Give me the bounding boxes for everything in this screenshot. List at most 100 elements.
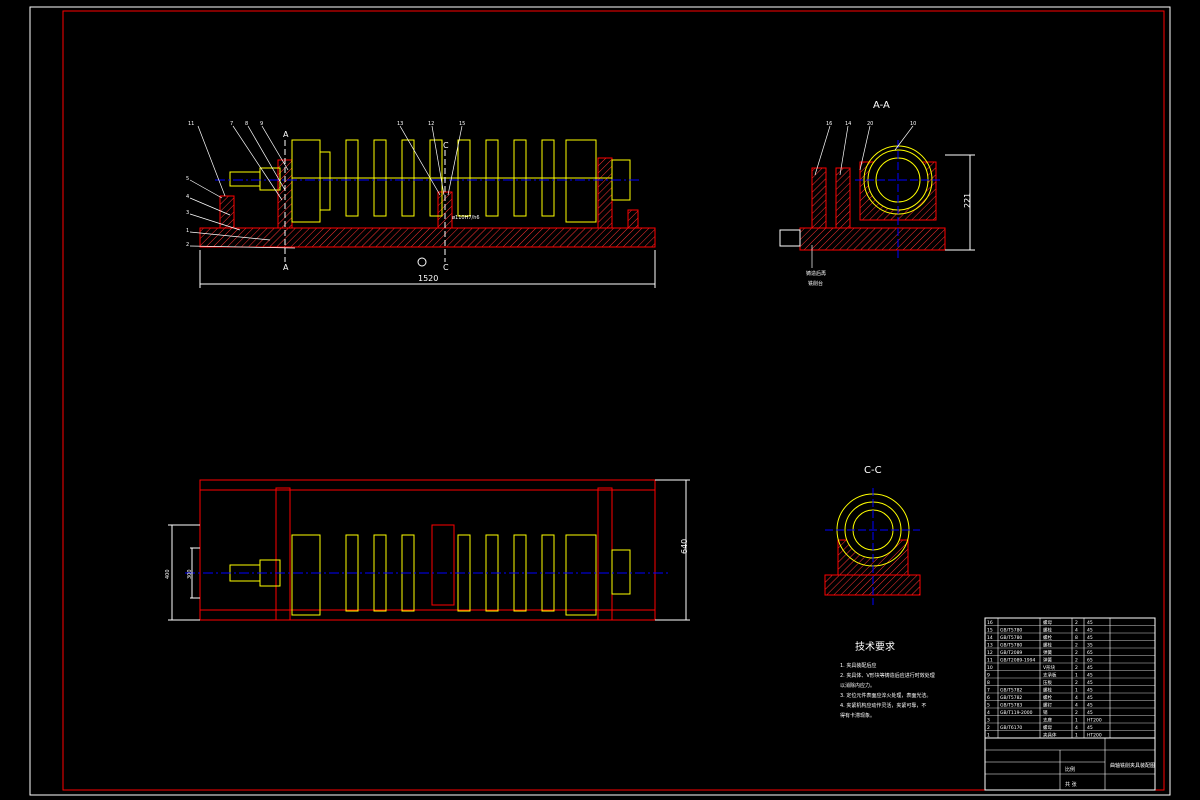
bom-cell-name: 支座 bbox=[1043, 717, 1052, 724]
section-mark-a-bottom: A bbox=[283, 263, 289, 272]
bom-cell-material: 45 bbox=[1087, 665, 1093, 671]
technical-requirements: 技术要求 1. 夹具装配后应 2. 夹具体、V形块等铸造后应进行时效处理 以消除… bbox=[840, 640, 935, 719]
bom-cell-name: 螺栓 bbox=[1043, 687, 1052, 694]
balloon-16: 16 bbox=[826, 121, 832, 127]
bom-cell-qty: 2 bbox=[1075, 665, 1078, 671]
bom-cell-no: 5 bbox=[987, 703, 990, 709]
outer-border bbox=[29, 6, 1171, 796]
section-a-view: A-A 221 16 14 20 10 铸造后再 铣削台 bbox=[779, 100, 975, 287]
bom-cell-material: 45 bbox=[1087, 703, 1093, 709]
bom-cell-code: GB/T2089 bbox=[1000, 650, 1022, 656]
front-view: A A C C ø110H7/h6 1520 11 7 8 9 13 12 15… bbox=[186, 121, 656, 288]
section-a-height-dimension: 221 bbox=[963, 193, 972, 208]
bom-cell-code: GB/T2089-1994 bbox=[1000, 658, 1036, 664]
title-block: 曲轴铣削夹具装配图 比例 共 张 bbox=[984, 737, 1156, 791]
drawing-title: 曲轴铣削夹具装配图 bbox=[1110, 762, 1155, 769]
balloon-14: 14 bbox=[845, 121, 851, 127]
tech-req-item-6: 得有卡滞现象。 bbox=[840, 712, 875, 719]
bom-cell-qty: 4 bbox=[1075, 725, 1078, 731]
bom-cell-material: 45 bbox=[1087, 620, 1093, 626]
bom-cell-no: 8 bbox=[987, 680, 990, 686]
bom-cell-material: 35 bbox=[1087, 643, 1093, 649]
balloon-7: 7 bbox=[230, 121, 233, 127]
bom-cell-material: 65 bbox=[1087, 650, 1093, 656]
balloon-20: 20 bbox=[867, 121, 873, 127]
balloon-4: 4 bbox=[186, 194, 189, 200]
bom-cell-name: 螺栓 bbox=[1043, 642, 1052, 649]
bom-cell-material: 65 bbox=[1087, 658, 1093, 664]
section-mark-c-top: C bbox=[443, 141, 449, 150]
section-mark-a-top: A bbox=[283, 130, 289, 139]
bom-cell-qty: 4 bbox=[1075, 628, 1078, 634]
section-a-note-1: 铸造后再 bbox=[806, 270, 826, 277]
tech-req-item-2: 2. 夹具体、V形块等铸造后应进行时效处理 bbox=[840, 672, 935, 679]
front-right-support bbox=[627, 209, 639, 229]
bom-cell-code: GB/T5780 bbox=[1000, 628, 1022, 634]
bom-cell-qty: 8 bbox=[1075, 635, 1078, 641]
balloon-10: 10 bbox=[910, 121, 916, 127]
bom-cell-no: 4 bbox=[987, 710, 990, 716]
inner-border bbox=[62, 10, 1165, 791]
bom-cell-no: 14 bbox=[987, 635, 993, 641]
bom-cell-name: 螺栓 bbox=[1043, 634, 1052, 641]
bom-cell-qty: 2 bbox=[1075, 680, 1078, 686]
bom-cell-qty: 1 bbox=[1075, 718, 1078, 724]
front-right-vblock bbox=[597, 157, 613, 229]
front-base-plate bbox=[199, 227, 656, 248]
bom-cell-no: 16 bbox=[987, 620, 993, 626]
bom-cell-no: 12 bbox=[987, 650, 993, 656]
balloon-15: 15 bbox=[459, 121, 465, 127]
bom-cell-no: 2 bbox=[987, 725, 990, 731]
section-c-view: C-C bbox=[824, 465, 921, 605]
bom-cell-name: 夹具体 bbox=[1043, 732, 1057, 739]
top-inner-dimension-1: 400 bbox=[165, 569, 171, 579]
section-a-label: A-A bbox=[873, 100, 890, 111]
balloon-2: 2 bbox=[186, 242, 189, 248]
bom-cell-code: GB/T5780 bbox=[1000, 635, 1022, 641]
tech-req-item-3: 以消除内应力。 bbox=[840, 682, 875, 689]
bom-cell-name: 螺母 bbox=[1043, 619, 1052, 626]
bom-cell-no: 15 bbox=[987, 628, 993, 634]
bom-cell-code: GB/T5782 bbox=[1000, 688, 1022, 694]
bom-cell-qty: 4 bbox=[1075, 703, 1078, 709]
bom-cell-material: 45 bbox=[1087, 635, 1093, 641]
top-view: 640 400 300 bbox=[165, 479, 690, 621]
scale-label: 比例 bbox=[1065, 766, 1075, 773]
tech-req-heading: 技术要求 bbox=[855, 640, 895, 653]
bom-cell-qty: 4 bbox=[1075, 695, 1078, 701]
tech-req-item-4: 3. 定位元件表面应淬火处理，表面光洁。 bbox=[840, 692, 931, 699]
front-length-dimension: 1520 bbox=[418, 274, 438, 283]
bom-table: 16 螺母 2 4515 GB/T5780 螺栓 4 4514 GB/T5780 螺栓 8 4513 G… bbox=[984, 617, 1156, 739]
balloon-8: 8 bbox=[245, 121, 248, 127]
bom-cell-qty: 1 bbox=[1075, 673, 1078, 679]
bom-cell-material: 45 bbox=[1087, 673, 1093, 679]
top-inner-dimension-2: 300 bbox=[187, 569, 193, 579]
bom-cell-name: 螺栓 bbox=[1043, 694, 1052, 701]
bom-cell-material: 45 bbox=[1087, 710, 1093, 716]
section-mark-c-bottom: C bbox=[443, 263, 449, 272]
bom-cell-material: 45 bbox=[1087, 695, 1093, 701]
bom-cell-no: 9 bbox=[987, 673, 990, 679]
bom-cell-no: 3 bbox=[987, 718, 990, 724]
section-a-note-2: 铣削台 bbox=[808, 280, 823, 287]
bom-cell-qty: 2 bbox=[1075, 643, 1078, 649]
tech-req-item-1: 1. 夹具装配后应 bbox=[840, 662, 876, 669]
tech-req-item-5: 4. 夹紧机构应动作灵活，夹紧可靠，不 bbox=[840, 702, 926, 709]
bom-cell-no: 6 bbox=[987, 695, 990, 701]
balloon-13: 13 bbox=[397, 121, 403, 127]
sheet-label: 共 张 bbox=[1065, 781, 1077, 788]
bom-cell-material: 45 bbox=[1087, 680, 1093, 686]
bom-cell-qty: 2 bbox=[1075, 658, 1078, 664]
bom-cell-name: 支承板 bbox=[1043, 672, 1057, 679]
bom-cell-name: 弹簧 bbox=[1043, 649, 1052, 656]
balloon-12: 12 bbox=[428, 121, 434, 127]
bom-cell-material: 45 bbox=[1087, 725, 1093, 731]
balloon-11: 11 bbox=[188, 121, 194, 127]
bom-cell-no: 11 bbox=[987, 658, 993, 664]
bom-cell-name: 螺栓 bbox=[1043, 627, 1052, 634]
balloon-9: 9 bbox=[260, 121, 263, 127]
bom-cell-code: GB/T5783 bbox=[1000, 703, 1022, 709]
section-c-label: C-C bbox=[864, 465, 882, 476]
fit-note: ø110H7/h6 bbox=[452, 215, 480, 221]
bom-cell-code: GB/T6170 bbox=[1000, 725, 1022, 731]
